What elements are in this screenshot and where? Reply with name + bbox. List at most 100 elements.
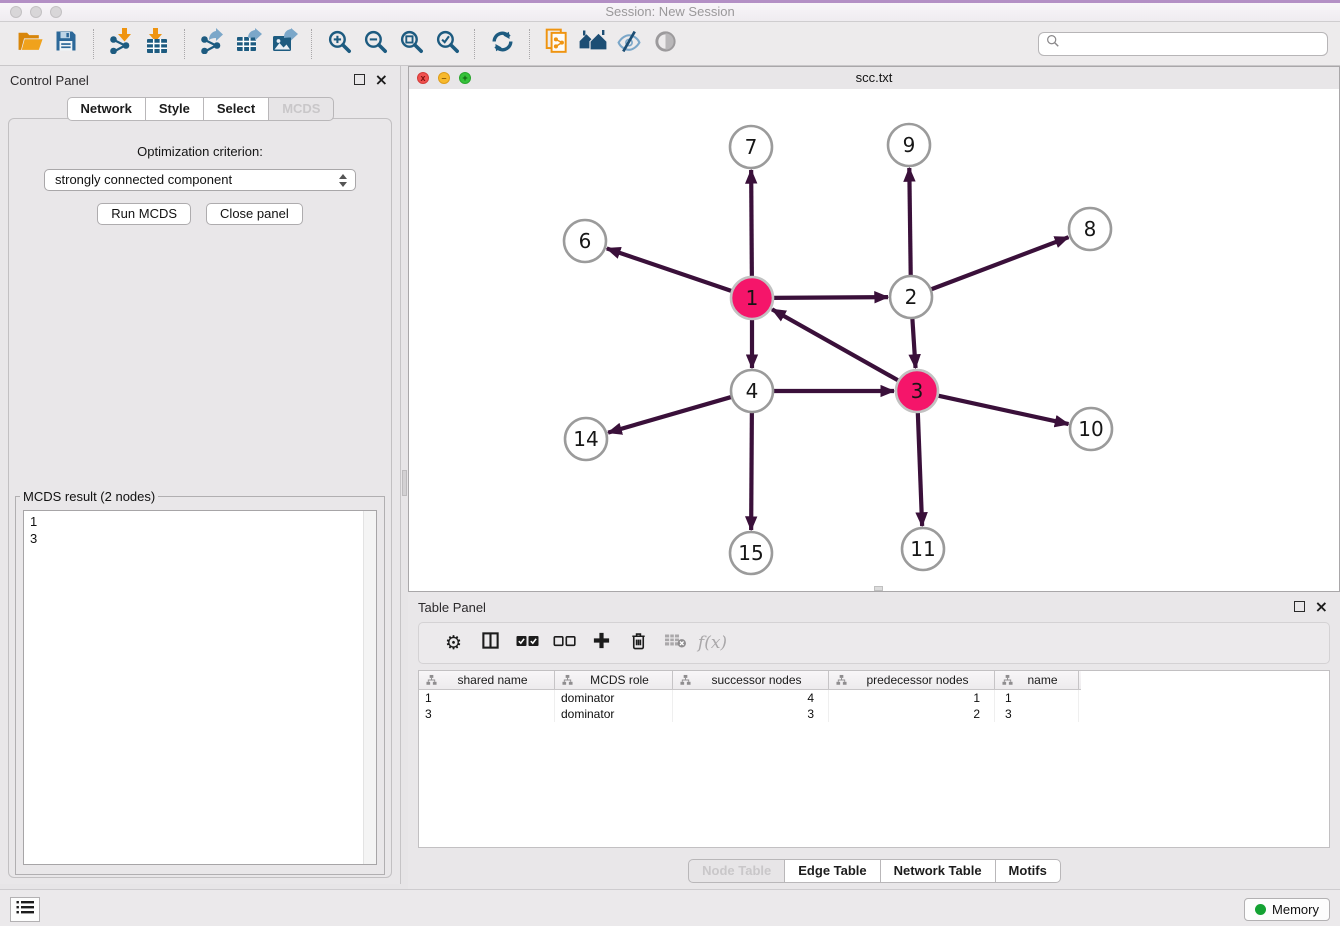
panel-split-handle[interactable] (402, 470, 407, 496)
hide-view-button[interactable] (611, 26, 647, 62)
tab-edge-table[interactable]: Edge Table (784, 859, 880, 883)
deselect-all-button[interactable] (546, 628, 583, 658)
import-network-button[interactable] (103, 26, 139, 62)
zoom-selected-button[interactable] (429, 26, 465, 62)
home-button[interactable] (575, 26, 611, 62)
edge-2-9[interactable] (909, 168, 910, 277)
export-table-button[interactable] (230, 26, 266, 62)
import-table-icon (144, 28, 170, 59)
window-controls[interactable] (10, 6, 62, 18)
float-panel-icon[interactable] (354, 74, 365, 85)
close-panel-button[interactable]: Close panel (206, 203, 303, 225)
cell[interactable]: 1 (995, 690, 1079, 706)
maximize-window-button[interactable] (50, 6, 62, 18)
close-panel-icon[interactable]: × (375, 74, 388, 85)
close-table-panel-icon[interactable]: × (1315, 601, 1328, 612)
canvas-resize-handle[interactable] (874, 586, 883, 591)
close-window-button[interactable] (10, 6, 22, 18)
run-mcds-button[interactable]: Run MCDS (97, 203, 191, 225)
close-network-icon[interactable]: x (417, 72, 429, 84)
node-label-10: 10 (1078, 417, 1103, 441)
open-session-button[interactable] (12, 26, 48, 62)
toolbar-separator (93, 29, 94, 59)
zoom-out-button[interactable] (357, 26, 393, 62)
zoom-fit-button[interactable] (393, 26, 429, 62)
export-network-button[interactable] (194, 26, 230, 62)
zoom-in-icon (327, 29, 352, 59)
cell[interactable]: 2 (829, 706, 995, 722)
search-box[interactable] (1038, 32, 1328, 56)
network-canvas[interactable]: 1234678910111415 (409, 89, 1339, 591)
edge-4-15[interactable] (751, 411, 752, 530)
table-settings-button[interactable]: ⚙ (435, 628, 472, 658)
table-row[interactable]: 1dominator411 (419, 690, 1329, 706)
control-panel-tabs: NetworkStyleSelectMCDS (0, 97, 400, 121)
select-all-button[interactable] (509, 628, 546, 658)
cell[interactable]: 3 (419, 706, 555, 722)
task-history-button[interactable] (10, 897, 40, 922)
save-session-button[interactable] (48, 26, 84, 62)
column-header-shared-name[interactable]: shared name (419, 671, 555, 689)
memory-button[interactable]: Memory (1244, 898, 1330, 921)
destroy-table-button[interactable] (657, 628, 694, 658)
minimize-network-icon[interactable]: – (438, 72, 450, 84)
float-table-panel-icon[interactable] (1294, 601, 1305, 612)
search-input[interactable] (1065, 35, 1320, 52)
column-header-name[interactable]: name (995, 671, 1079, 689)
edge-3-11[interactable] (918, 411, 922, 526)
function-builder-button[interactable]: f(x) (694, 628, 731, 658)
cell[interactable]: dominator (555, 706, 673, 722)
list-icon (16, 900, 34, 920)
cell[interactable]: 4 (673, 690, 829, 706)
clone-network-icon (544, 28, 570, 59)
mcds-result-list[interactable]: 13 (23, 510, 377, 865)
apply-layout-button[interactable] (484, 26, 520, 62)
gear-icon: ⚙ (445, 634, 462, 653)
edge-3-10[interactable] (937, 395, 1069, 424)
node-label-7: 7 (745, 135, 758, 159)
cell[interactable]: 1 (419, 690, 555, 706)
open-folder-icon (17, 29, 44, 58)
import-table-button[interactable] (139, 26, 175, 62)
column-header-successor-nodes[interactable]: successor nodes (673, 671, 829, 689)
edge-4-14[interactable] (608, 397, 733, 433)
cell[interactable]: dominator (555, 690, 673, 706)
tab-mcds[interactable]: MCDS (268, 97, 334, 121)
optimization-criterion-select[interactable]: strongly connected component (44, 169, 356, 191)
column-header-predecessor-nodes[interactable]: predecessor nodes (829, 671, 995, 689)
network-window-titlebar[interactable]: x – + scc.txt (409, 67, 1339, 90)
maximize-network-icon[interactable]: + (459, 72, 471, 84)
cell[interactable]: 3 (995, 706, 1079, 722)
delete-row-button[interactable] (620, 628, 657, 658)
result-scrollbar[interactable] (363, 511, 376, 864)
column-header-MCDS-role[interactable]: MCDS role (555, 671, 673, 689)
panel-columns-button[interactable] (472, 628, 509, 658)
tab-network-table[interactable]: Network Table (880, 859, 996, 883)
show-view-button[interactable] (647, 26, 683, 62)
edge-1-6[interactable] (607, 248, 733, 291)
tab-motifs[interactable]: Motifs (995, 859, 1061, 883)
cell[interactable]: 3 (673, 706, 829, 722)
cell[interactable]: 1 (829, 690, 995, 706)
table-row[interactable]: 3dominator323 (419, 706, 1329, 722)
edge-2-3[interactable] (912, 317, 915, 368)
table-panel: Table Panel × ⚙ f(x) shared nameMCDS ro (408, 592, 1340, 889)
minimize-window-button[interactable] (30, 6, 42, 18)
tab-network[interactable]: Network (67, 97, 146, 121)
tab-select[interactable]: Select (203, 97, 269, 121)
clone-network-button[interactable] (539, 26, 575, 62)
network-graph: 1234678910111415 (409, 89, 1339, 591)
columns-icon (481, 631, 500, 655)
mcds-result-node: 1 (30, 513, 370, 530)
zoom-in-button[interactable] (321, 26, 357, 62)
edge-1-2[interactable] (772, 297, 888, 298)
tab-node-table[interactable]: Node Table (688, 859, 785, 883)
edge-3-1[interactable] (772, 309, 900, 381)
add-row-button[interactable] (583, 628, 620, 658)
export-image-button[interactable] (266, 26, 302, 62)
tab-style[interactable]: Style (145, 97, 204, 121)
edge-1-7[interactable] (751, 170, 752, 278)
home-icon (578, 29, 608, 58)
export-network-icon (199, 28, 225, 59)
edge-2-8[interactable] (930, 237, 1069, 290)
